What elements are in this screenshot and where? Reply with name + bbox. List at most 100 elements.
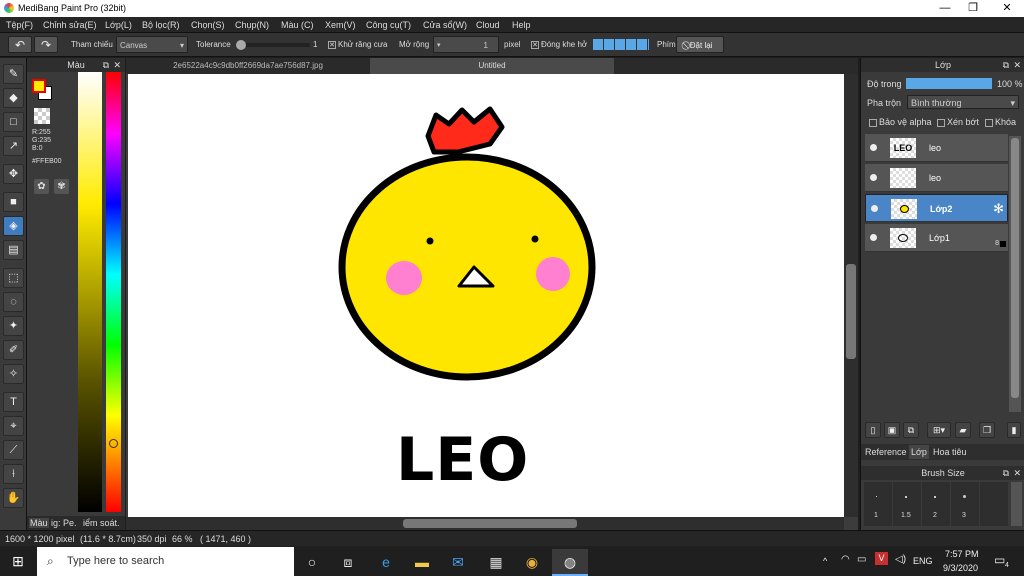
palette-icon[interactable]: ✿ <box>34 179 49 194</box>
tab-untitled[interactable]: Untitled <box>370 58 614 74</box>
new-halftone-layer-icon[interactable]: ▣ <box>884 422 900 438</box>
foreground-color-swatch[interactable] <box>32 79 46 93</box>
expand-stepper[interactable]: ▾ 1 <box>433 36 499 53</box>
select-pen-icon[interactable]: ✐ <box>3 340 24 360</box>
battery-icon[interactable]: ▭ <box>857 554 866 565</box>
fill-rect-icon[interactable]: ■ <box>3 192 24 212</box>
hand-icon[interactable]: ✋ <box>3 488 24 508</box>
opacity-slider[interactable] <box>906 78 992 89</box>
visibility-eye-icon[interactable] <box>871 205 878 212</box>
select-rect-icon[interactable]: ⬚ <box>3 268 24 288</box>
select-eraser-icon[interactable]: ✧ <box>3 364 24 384</box>
menu-select[interactable]: Chọn(S) <box>191 20 225 30</box>
panel-close-icon[interactable]: ✕ <box>1013 466 1021 480</box>
layer-row-leo[interactable]: leo <box>865 164 1008 192</box>
new-layer-icon[interactable]: ▯ <box>865 422 881 438</box>
menu-filter[interactable]: Bộ lọc(R) <box>142 20 180 30</box>
rect-shape-icon[interactable]: □ <box>3 112 24 132</box>
medibang-taskbar-icon[interactable]: ◍ <box>552 549 588 576</box>
visibility-eye-icon[interactable] <box>870 234 877 241</box>
brush-size-cell[interactable]: 1 <box>864 482 892 526</box>
gradient-icon[interactable]: ▤ <box>3 240 24 260</box>
text-icon[interactable]: T <box>3 392 24 412</box>
windows-start-icon[interactable]: ⊞ <box>0 547 36 576</box>
notifications-icon[interactable]: ▭ <box>994 553 1005 567</box>
layer-list-scroll-thumb[interactable] <box>1011 138 1019 398</box>
menu-view[interactable]: Xem(V) <box>325 20 356 30</box>
eraser-icon[interactable]: ◆ <box>3 88 24 108</box>
edge-browser-icon[interactable]: e <box>368 549 404 576</box>
bucket-icon[interactable]: ◈ <box>3 216 24 236</box>
gear-icon[interactable]: ✻ <box>993 201 1004 217</box>
panel-undock-icon[interactable]: ⧉ <box>1003 466 1009 480</box>
palette-add-icon[interactable]: ✾ <box>54 179 69 194</box>
file-explorer-icon[interactable]: ▬ <box>404 549 440 576</box>
brush-icon[interactable]: ✎ <box>3 64 24 84</box>
lasso-icon[interactable]: ◌ <box>3 292 24 312</box>
language-indicator[interactable]: ENG <box>913 556 933 566</box>
menu-edit[interactable]: Chỉnh sửa(E) <box>43 20 97 30</box>
panel-undock-icon[interactable]: ⧉ <box>103 58 109 72</box>
vivaldi-tray-icon[interactable]: V <box>875 552 888 565</box>
control-tab[interactable]: iểm soát. <box>83 518 120 528</box>
transparent-color-swatch[interactable] <box>34 108 50 124</box>
layer-row-lop1[interactable]: Lớp1 8 <box>865 224 1008 252</box>
volume-icon[interactable]: ◁) <box>895 554 906 565</box>
brush-size-cell[interactable]: 2 <box>922 482 950 526</box>
tab-reference[interactable]: Reference <box>865 447 907 457</box>
undo-button[interactable]: ↶ <box>8 36 32 53</box>
protect-alpha-checkbox[interactable]: Bảo vệ alpha <box>869 117 932 127</box>
taskbar-search-box[interactable]: ⌕ Type here to search <box>37 547 294 576</box>
close-gap-checkbox[interactable]: ✕ Đóng khe hở <box>531 36 587 53</box>
show-hidden-icons[interactable]: ^ <box>823 556 827 566</box>
saturation-brightness-strip[interactable] <box>78 72 102 512</box>
visibility-eye-icon[interactable] <box>870 174 877 181</box>
tab-layer[interactable]: Lớp <box>909 445 929 459</box>
color-tab[interactable]: Màu <box>29 518 49 528</box>
magic-wand-icon[interactable]: ✦ <box>3 316 24 336</box>
wifi-icon[interactable]: ◠ <box>841 554 850 565</box>
canvas-vertical-scrollbar[interactable] <box>844 74 858 517</box>
divide-icon[interactable]: ⟋ <box>3 440 24 460</box>
tolerance-slider[interactable] <box>236 40 310 50</box>
reset-button[interactable]: ⃠ Đặt lại <box>676 36 724 53</box>
operation-icon[interactable]: ⌖ <box>3 416 24 436</box>
eyedropper-icon[interactable]: ⟊ <box>3 464 24 484</box>
close-button[interactable]: ✕ <box>992 1 1022 16</box>
menu-file[interactable]: Tệp(F) <box>6 20 33 30</box>
redo-button[interactable]: ↷ <box>34 36 58 53</box>
duplicate-layer-icon[interactable]: ⧉ <box>903 422 919 438</box>
brush-size-cell[interactable]: 3 <box>951 482 979 526</box>
clock-time[interactable]: 7:57 PM <box>945 549 979 559</box>
tab-navigator[interactable]: Hoa tiêu <box>933 447 967 457</box>
visibility-eye-icon[interactable] <box>870 144 877 151</box>
canvas-horizontal-scrollbar[interactable] <box>126 517 844 530</box>
layer-row-lop2[interactable]: Lớp2 ✻ <box>865 194 1008 222</box>
mail-icon[interactable]: ✉ <box>440 549 476 576</box>
antialias-checkbox[interactable]: ✕ Khử răng cưa <box>328 36 387 53</box>
drawing-canvas[interactable]: LEO <box>128 74 844 517</box>
menu-tools[interactable]: Công cụ(T) <box>366 20 411 30</box>
menu-cloud[interactable]: Cloud <box>476 20 500 30</box>
reference-select[interactable]: Canvas ▾ <box>116 36 188 53</box>
panel-close-icon[interactable]: ✕ <box>113 58 121 72</box>
menu-capture[interactable]: Chụp(N) <box>235 20 269 30</box>
hue-picker-handle[interactable] <box>109 439 118 448</box>
minimize-button[interactable]: — <box>930 1 960 16</box>
cortana-icon[interactable]: ○ <box>294 549 330 576</box>
clock-date[interactable]: 9/3/2020 <box>943 563 978 573</box>
maximize-button[interactable]: ❐ <box>958 1 988 16</box>
lock-checkbox[interactable]: Khóa <box>985 117 1016 127</box>
panel-undock-icon[interactable]: ⧉ <box>1003 58 1009 72</box>
chrome-icon[interactable]: ◉ <box>514 549 550 576</box>
folder-icon[interactable]: ▰ <box>955 422 971 438</box>
brush-size-cell[interactable]: 1.5 <box>893 482 921 526</box>
clipping-checkbox[interactable]: Xén bớt <box>937 117 979 127</box>
layer-row-leo-text[interactable]: LEO leo <box>865 134 1008 162</box>
add-layer-menu-icon[interactable]: ⊞▾ <box>927 422 951 438</box>
brush-size-scrollbar[interactable] <box>1011 482 1022 526</box>
tolerance-slider-handle[interactable] <box>236 40 246 50</box>
move-icon[interactable]: ✥ <box>3 164 24 184</box>
menu-window[interactable]: Cửa sổ(W) <box>423 20 467 30</box>
menu-help[interactable]: Help <box>512 20 531 30</box>
